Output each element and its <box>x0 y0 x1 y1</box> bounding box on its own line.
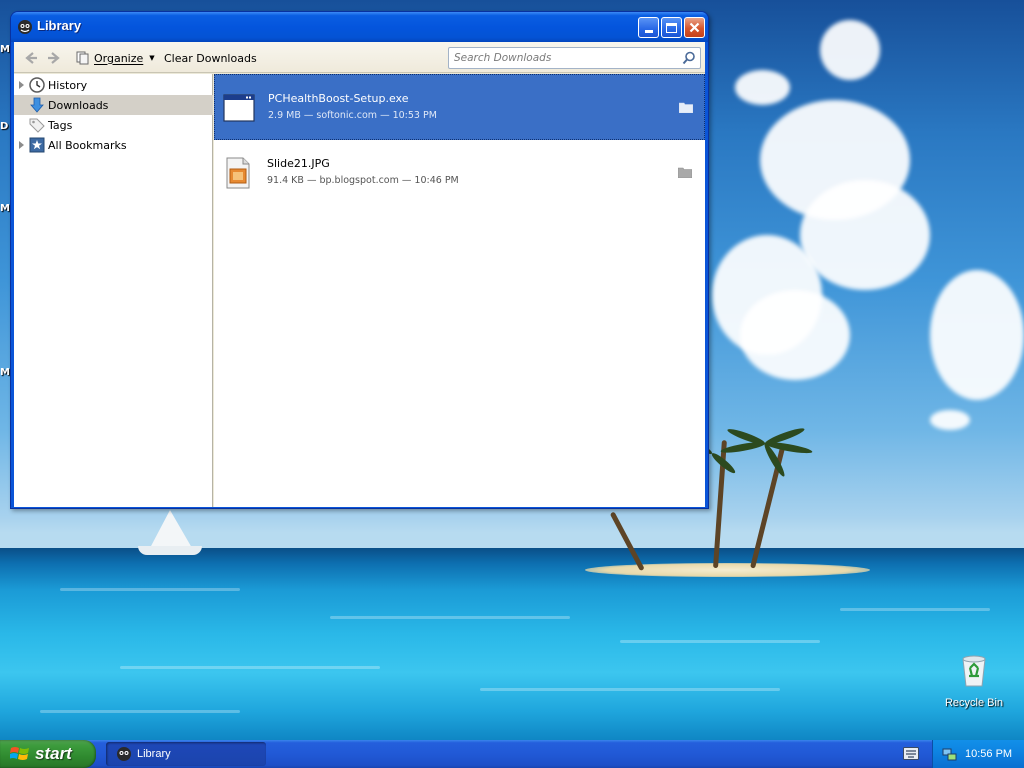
organize-button[interactable]: Organize ▼ <box>76 49 155 67</box>
clock[interactable]: 10:56 PM <box>965 748 1012 760</box>
download-arrow-icon <box>30 97 44 113</box>
organize-label: Organize <box>94 51 144 65</box>
download-filename: Slide21.JPG <box>267 157 330 170</box>
firefox-library-icon <box>18 20 32 34</box>
system-tray: 10:56 PM <box>932 740 1024 768</box>
windows-logo-icon <box>10 747 29 760</box>
maximize-icon <box>666 22 677 33</box>
desktop-icon-fragment[interactable]: M <box>0 203 10 214</box>
back-button[interactable] <box>23 50 39 66</box>
taskbar: start Library 10:56 PM <box>0 740 1024 768</box>
sidebar-item-label: History <box>48 78 88 92</box>
minimize-button[interactable] <box>638 17 659 38</box>
taskbar-button-label: Library <box>137 748 171 760</box>
sidebar-item-history[interactable]: History <box>14 75 213 95</box>
bookmark-star-icon <box>29 137 45 153</box>
open-folder-icon[interactable] <box>678 167 692 178</box>
window-title: Library <box>37 18 82 33</box>
minimize-icon <box>644 30 653 33</box>
start-button[interactable]: start <box>0 740 96 768</box>
expand-twisty-icon[interactable] <box>19 141 24 149</box>
download-item[interactable]: Slide21.JPG 91.4 KB — bp.blogspot.com — … <box>214 140 705 206</box>
keyboard-icon[interactable] <box>903 747 919 760</box>
download-filename: PCHealthBoost-Setup.exe <box>268 92 409 105</box>
sidebar-item-all-bookmarks[interactable]: All Bookmarks <box>14 135 213 155</box>
sidebar-item-tags[interactable]: Tags <box>14 115 213 135</box>
search-icon[interactable] <box>682 51 696 65</box>
downloads-list[interactable]: PCHealthBoost-Setup.exe 2.9 MB — softoni… <box>214 74 705 507</box>
clear-downloads-button[interactable]: Clear Downloads <box>164 52 257 65</box>
image-file-icon <box>226 157 250 189</box>
close-icon <box>689 22 700 33</box>
open-folder-icon[interactable] <box>679 102 693 113</box>
recycle-bin-icon <box>962 655 986 687</box>
dropdown-caret-icon: ▼ <box>149 54 155 62</box>
search-box[interactable] <box>448 47 701 69</box>
search-input[interactable] <box>454 50 678 66</box>
expand-twisty-icon[interactable] <box>19 81 24 89</box>
library-window[interactable]: Library Organize ▼ Clear Downloads Searc… <box>10 11 709 509</box>
title-bar[interactable]: Library <box>11 12 708 42</box>
library-toolbar: Organize ▼ Clear Downloads <box>14 42 705 73</box>
recycle-bin-label: Recycle Bin <box>944 697 1004 709</box>
forward-button[interactable] <box>46 50 62 66</box>
maximize-button[interactable] <box>661 17 682 38</box>
sidebar-item-label: Tags <box>48 118 73 132</box>
desktop-icon-fragment[interactable]: M <box>0 367 10 378</box>
desktop-icon-fragment[interactable]: D <box>0 121 10 132</box>
sidebar-item-downloads[interactable]: Downloads <box>14 95 213 115</box>
download-details: 91.4 KB — bp.blogspot.com — 10:46 PM <box>267 175 459 186</box>
close-button[interactable] <box>684 17 705 38</box>
forward-arrow-icon <box>48 52 60 64</box>
clock-icon <box>29 77 45 93</box>
organize-icon <box>76 51 89 65</box>
download-item[interactable]: PCHealthBoost-Setup.exe 2.9 MB — softoni… <box>214 74 705 140</box>
start-label: start <box>35 744 72 763</box>
sidebar-item-label: Downloads <box>48 98 109 112</box>
sidebar-item-label: All Bookmarks <box>48 138 127 152</box>
desktop-icon-fragment[interactable]: M <box>0 44 10 55</box>
taskbar-button-library[interactable]: Library <box>106 742 266 766</box>
exe-window-icon <box>223 94 255 122</box>
back-arrow-icon <box>25 52 37 64</box>
tag-icon <box>29 118 45 133</box>
download-details: 2.9 MB — softonic.com — 10:53 PM <box>268 110 437 121</box>
library-sidebar: History Downloads Tags All Bookmarks <box>14 74 213 507</box>
firefox-library-icon <box>117 747 131 761</box>
network-icon[interactable] <box>942 747 957 762</box>
recycle-bin[interactable]: Recycle Bin <box>942 654 1006 709</box>
window-client: Organize ▼ Clear Downloads History <box>14 42 705 507</box>
